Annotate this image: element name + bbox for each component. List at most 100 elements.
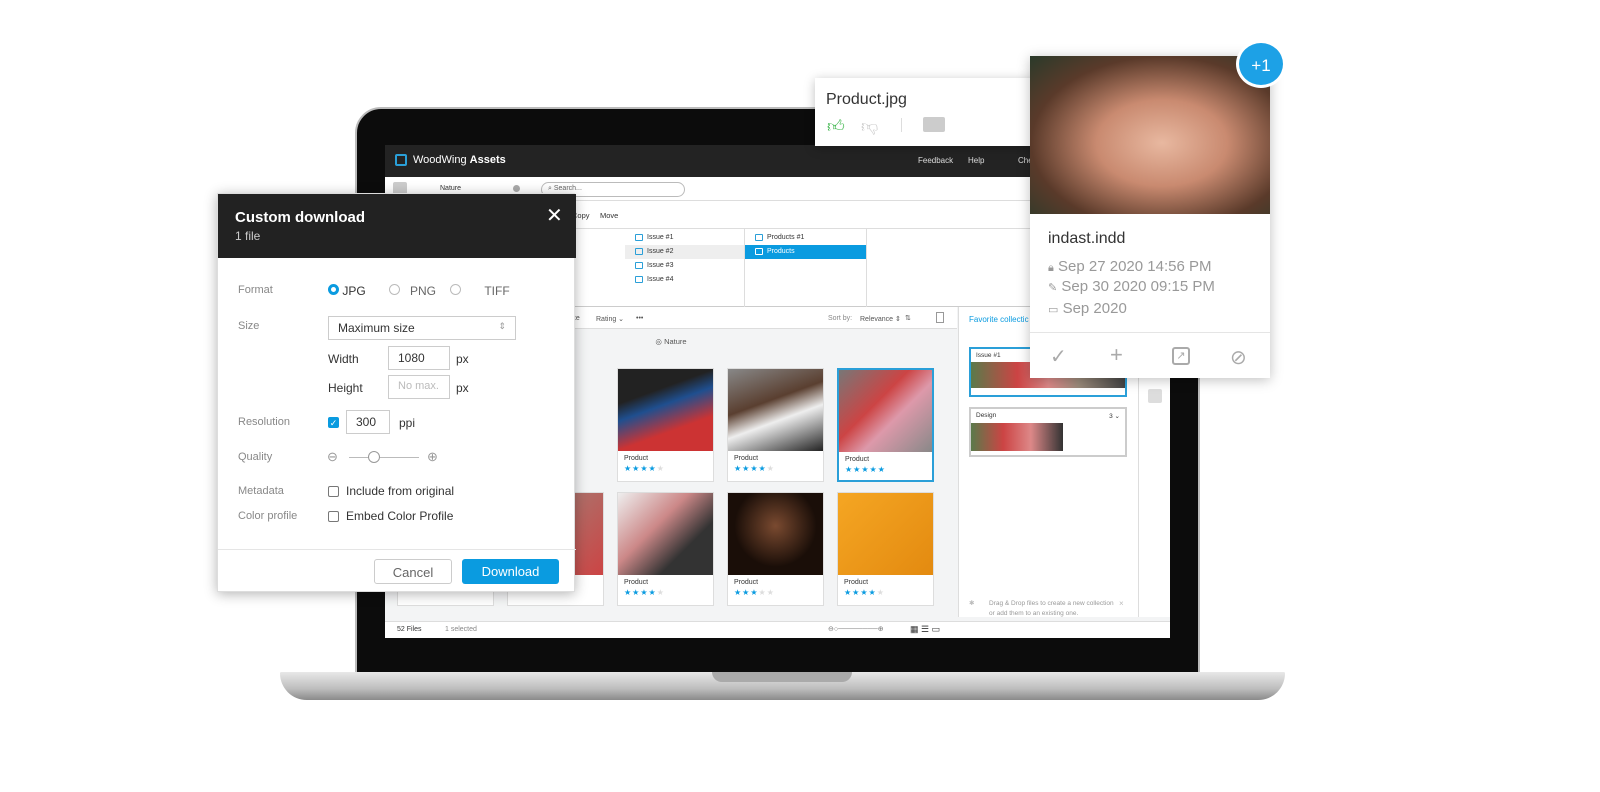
format-jpg[interactable]: JPG [328, 284, 366, 298]
height-label: Height [328, 381, 363, 395]
issues-column: Issue #1 Issue #2 Issue #3 Issue #4 [625, 229, 745, 307]
quality-slider-track[interactable] [349, 457, 419, 458]
issue-item[interactable]: Issue #1 [625, 231, 744, 245]
drag-drop-hint: ✱ Drag & Drop files to create a new coll… [969, 600, 1114, 617]
move-button[interactable]: Move [600, 211, 618, 220]
folder-icon [635, 262, 643, 269]
zoom-slider[interactable]: ⊖○────────⊕ [828, 625, 884, 633]
block-icon[interactable]: ⊘ [1230, 345, 1247, 370]
rating-filter[interactable]: Rating ⌄ [596, 315, 624, 323]
logo-icon [395, 154, 407, 166]
brand-product: Assets [469, 154, 506, 166]
resolution-label: Resolution [238, 416, 290, 428]
favorites-title[interactable]: Favorite collectic [969, 315, 1029, 324]
resolution-input[interactable]: 300 [346, 410, 390, 434]
folder-breadcrumb[interactable]: Nature [440, 185, 461, 192]
format-tiff[interactable]: TIFF [450, 284, 510, 298]
sort-direction-icon[interactable]: ⇅ [905, 314, 911, 322]
rating-stars[interactable]: ★★★★★ [618, 464, 713, 473]
asset-card[interactable]: Product ★★★★★ [837, 368, 934, 482]
download-button[interactable]: Download [462, 559, 559, 584]
modified-date: ✎ Sep 30 2020 09:15 PM [1048, 278, 1215, 295]
quality-increase-icon[interactable]: ⊕ [427, 449, 438, 465]
asset-thumbnail [839, 370, 932, 452]
size-select[interactable]: Maximum size ⇕ [328, 316, 516, 340]
asset-thumbnail [728, 493, 823, 575]
resolution-checkbox[interactable]: ✓ [328, 417, 339, 428]
count-badge: +1 [1236, 40, 1286, 88]
divider [901, 118, 902, 132]
quality-decrease-icon[interactable]: ⊖ [327, 449, 338, 465]
height-input[interactable]: No max. [388, 375, 450, 399]
collection-design[interactable]: Design 3 ⌄ [969, 407, 1127, 457]
issue-item[interactable]: Issue #4 [625, 273, 744, 287]
folder-icon: ▭ [1048, 304, 1059, 316]
color-profile-checkbox[interactable] [328, 511, 339, 522]
rating-stars[interactable]: ★★★★★ [838, 588, 933, 597]
products-column: Products #1 Products [745, 229, 867, 307]
open-external-icon[interactable]: ↗ [1172, 347, 1190, 365]
dialog-subtitle: 1 file [235, 229, 261, 243]
asset-label: Product [844, 579, 869, 586]
asset-card[interactable]: Product ★★★★★ [617, 492, 714, 606]
asset-label: Product [624, 579, 649, 586]
asset-label: Product [734, 455, 759, 462]
view-mode-icons[interactable]: ▦ ☰ ▭ [910, 624, 940, 635]
filter-panel-icon[interactable] [936, 312, 944, 323]
lightbulb-icon: ✱ [969, 600, 975, 607]
add-icon[interactable]: + [1110, 342, 1123, 368]
layers-icon[interactable] [1148, 389, 1162, 403]
brand-name: WoodWing [413, 154, 467, 166]
product-filename: Product.jpg [826, 91, 907, 108]
sort-label: Sort by: [828, 315, 853, 322]
cancel-button[interactable]: Cancel [374, 559, 452, 584]
metadata-label: Metadata [238, 485, 284, 497]
collection-count: 3 ⌄ [1109, 413, 1120, 420]
quality-slider-handle[interactable] [367, 451, 380, 463]
close-hint-icon[interactable]: × [1119, 599, 1124, 608]
format-label: Format [238, 284, 273, 296]
height-unit: px [456, 381, 469, 395]
collection-thumbnails [971, 423, 1063, 451]
rating-stars[interactable]: ★★★★★ [839, 465, 932, 474]
check-icon[interactable]: ✓ [1050, 344, 1067, 369]
thumbs-up-icon[interactable]: 👍︎ [827, 116, 845, 137]
nav-feedback[interactable]: Feedback [918, 156, 953, 165]
asset-label: Product [845, 456, 870, 463]
product-item[interactable]: Products #1 [745, 231, 866, 245]
format-png[interactable]: PNG [389, 284, 436, 298]
metadata-checkbox[interactable] [328, 486, 339, 497]
logo[interactable]: WoodWing Assets [395, 154, 506, 166]
asset-card[interactable]: Product ★★★★★ [837, 492, 934, 606]
folder-date: ▭ Sep 2020 [1048, 300, 1127, 317]
grid-folder-name: Nature [664, 337, 687, 346]
folder-icon [635, 234, 643, 241]
asset-thumbnail [618, 369, 713, 451]
asset-thumbnail[interactable] [1030, 56, 1270, 214]
comment-icon[interactable] [923, 117, 945, 132]
color-profile-label: Color profile [238, 510, 298, 522]
asset-label: Product [734, 579, 759, 586]
asset-card[interactable]: Product ★★★★★ [617, 368, 714, 482]
sort-select[interactable]: Relevance ⇕ [860, 315, 901, 323]
close-icon[interactable]: ✕ [546, 203, 563, 228]
rating-stars[interactable]: ★★★★★ [728, 464, 823, 473]
product-item[interactable]: Products [745, 245, 866, 259]
more-icon[interactable]: ••• [636, 315, 643, 322]
issue-item[interactable]: Issue #2 [625, 245, 744, 259]
asset-card[interactable]: Product ★★★★★ [727, 492, 824, 606]
nav-help[interactable]: Help [968, 156, 984, 165]
asset-thumbnail [618, 493, 713, 575]
width-unit: px [456, 352, 469, 366]
asset-card[interactable]: Product ★★★★★ [727, 368, 824, 482]
thumbs-down-icon[interactable]: 👎︎ [861, 116, 878, 137]
rating-stars[interactable]: ★★★★★ [618, 588, 713, 597]
width-input[interactable]: 1080 [388, 346, 450, 370]
collection-icon [755, 234, 763, 241]
color-profile-option: Embed Color Profile [346, 509, 454, 523]
issue-item[interactable]: Issue #3 [625, 259, 744, 273]
clear-folder-icon[interactable] [513, 185, 520, 192]
collection-icon [755, 248, 763, 255]
status-bar: 52 Files 1 selected ⊖○────────⊕ ▦ ☰ ▭ [385, 621, 1170, 638]
rating-stars[interactable]: ★★★★★ [728, 588, 823, 597]
